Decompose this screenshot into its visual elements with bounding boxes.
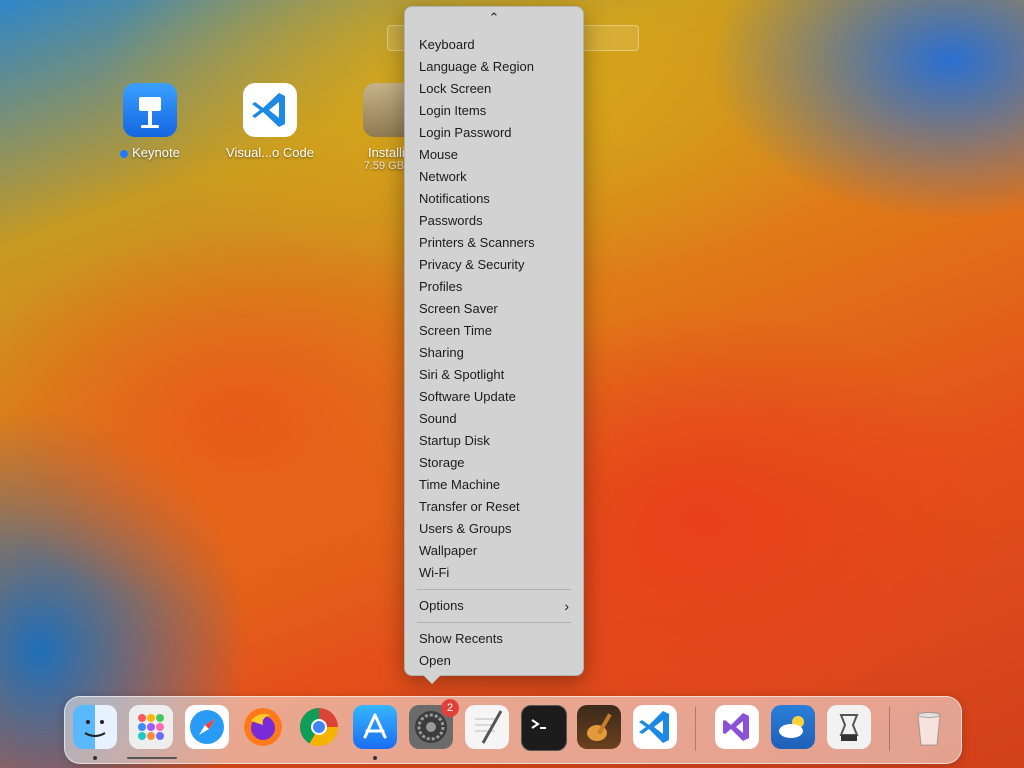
launchpad-running-bar bbox=[127, 757, 177, 759]
menu-item-sharing[interactable]: Sharing bbox=[405, 342, 583, 364]
desktop-icon-vscode[interactable]: Visual...o Code bbox=[210, 83, 330, 160]
running-indicator bbox=[373, 756, 377, 760]
menu-item-passwords[interactable]: Passwords bbox=[405, 210, 583, 232]
menu-item-wifi[interactable]: Wi-Fi bbox=[405, 562, 583, 584]
trash-icon[interactable] bbox=[907, 705, 951, 749]
keynote-icon bbox=[123, 83, 177, 137]
app-store-icon[interactable] bbox=[353, 705, 397, 749]
dock-separator bbox=[889, 707, 890, 751]
menu-item-keyboard[interactable]: Keyboard bbox=[405, 34, 583, 56]
garageband-icon[interactable] bbox=[577, 705, 621, 749]
menu-item-options[interactable]: Options › bbox=[405, 595, 583, 617]
menu-item-sound[interactable]: Sound bbox=[405, 408, 583, 430]
chevron-right-icon: › bbox=[564, 598, 569, 614]
menu-item-login-password[interactable]: Login Password bbox=[405, 122, 583, 144]
menu-item-startup-disk[interactable]: Startup Disk bbox=[405, 430, 583, 452]
menu-item-mouse[interactable]: Mouse bbox=[405, 144, 583, 166]
weather-icon[interactable] bbox=[771, 705, 815, 749]
menu-item-transfer-reset[interactable]: Transfer or Reset bbox=[405, 496, 583, 518]
options-label: Options bbox=[419, 598, 464, 613]
vscode-label: Visual...o Code bbox=[226, 145, 314, 160]
safari-icon[interactable] bbox=[185, 705, 229, 749]
menu-item-open[interactable]: Open bbox=[405, 650, 583, 672]
firefox-icon[interactable] bbox=[241, 705, 285, 749]
menu-item-screen-saver[interactable]: Screen Saver bbox=[405, 298, 583, 320]
menu-item-privacy-security[interactable]: Privacy & Security bbox=[405, 254, 583, 276]
menu-divider bbox=[417, 622, 571, 623]
menu-item-profiles[interactable]: Profiles bbox=[405, 276, 583, 298]
notification-badge: 2 bbox=[441, 699, 459, 717]
menu-item-users-groups[interactable]: Users & Groups bbox=[405, 518, 583, 540]
terminal-icon[interactable] bbox=[521, 705, 567, 751]
vscode-icon bbox=[243, 83, 297, 137]
menu-item-notifications[interactable]: Notifications bbox=[405, 188, 583, 210]
vscode-icon[interactable] bbox=[633, 705, 677, 749]
menu-divider bbox=[417, 589, 571, 590]
menu-item-storage[interactable]: Storage bbox=[405, 452, 583, 474]
menu-item-time-machine[interactable]: Time Machine bbox=[405, 474, 583, 496]
chrome-icon[interactable] bbox=[297, 705, 341, 749]
visual-studio-icon[interactable] bbox=[715, 705, 759, 749]
menu-item-wallpaper[interactable]: Wallpaper bbox=[405, 540, 583, 562]
launchpad-icon[interactable] bbox=[129, 705, 173, 749]
textedit-icon[interactable] bbox=[465, 705, 509, 749]
menu-item-network[interactable]: Network bbox=[405, 166, 583, 188]
menu-item-lock-screen[interactable]: Lock Screen bbox=[405, 78, 583, 100]
dock-context-menu: ⌃ Keyboard Language & Region Lock Screen… bbox=[404, 6, 584, 684]
dock-separator bbox=[695, 707, 696, 751]
menu-item-software-update[interactable]: Software Update bbox=[405, 386, 583, 408]
desktop-icon-keynote[interactable]: Keynote bbox=[90, 83, 210, 160]
keynote-label: Keynote bbox=[132, 145, 180, 160]
finder-icon[interactable] bbox=[73, 705, 117, 749]
menu-item-printers-scanners[interactable]: Printers & Scanners bbox=[405, 232, 583, 254]
scroll-up-chevron-icon[interactable]: ⌃ bbox=[405, 10, 583, 26]
menu-item-show-recents[interactable]: Show Recents bbox=[405, 628, 583, 650]
menu-item-screen-time[interactable]: Screen Time bbox=[405, 320, 583, 342]
system-settings-icon[interactable]: 2 bbox=[409, 699, 459, 749]
menu-item-siri-spotlight[interactable]: Siri & Spotlight bbox=[405, 364, 583, 386]
running-indicator bbox=[93, 756, 97, 760]
dock: 2 bbox=[64, 696, 962, 764]
unread-dot bbox=[120, 149, 129, 158]
menu-item-login-items[interactable]: Login Items bbox=[405, 100, 583, 122]
archive-utility-icon[interactable] bbox=[827, 705, 871, 749]
menu-item-language-region[interactable]: Language & Region bbox=[405, 56, 583, 78]
